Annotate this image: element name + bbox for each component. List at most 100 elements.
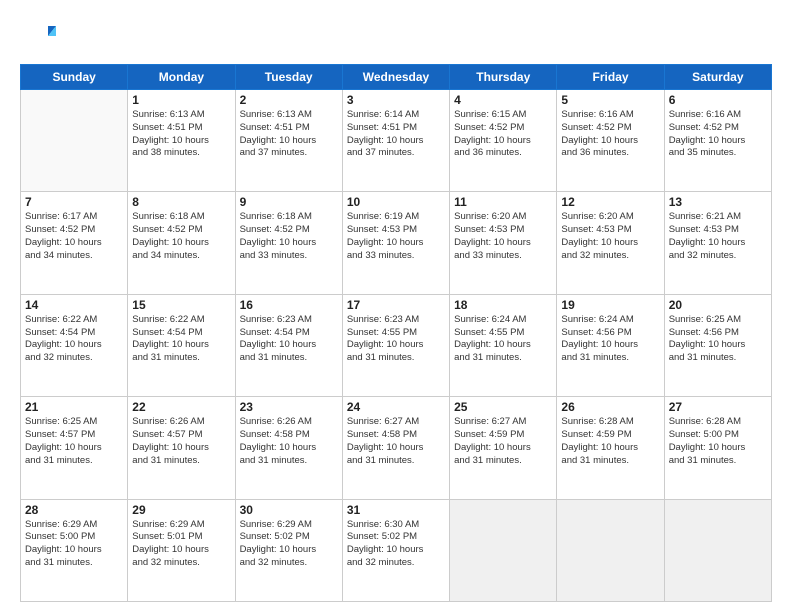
day-number: 31: [347, 503, 445, 517]
day-info: Sunrise: 6:27 AMSunset: 4:58 PMDaylight:…: [347, 416, 445, 467]
day-info: Sunrise: 6:20 AMSunset: 4:53 PMDaylight:…: [454, 211, 552, 262]
day-info: Sunrise: 6:16 AMSunset: 4:52 PMDaylight:…: [669, 109, 767, 160]
day-number: 11: [454, 195, 552, 209]
day-number: 20: [669, 298, 767, 312]
header: [20, 18, 772, 54]
days-header-row: SundayMondayTuesdayWednesdayThursdayFrid…: [21, 65, 772, 90]
day-number: 9: [240, 195, 338, 209]
day-number: 26: [561, 400, 659, 414]
calendar: SundayMondayTuesdayWednesdayThursdayFrid…: [20, 64, 772, 602]
day-cell: 25Sunrise: 6:27 AMSunset: 4:59 PMDayligh…: [450, 397, 557, 499]
day-number: 19: [561, 298, 659, 312]
day-cell: [450, 499, 557, 601]
day-cell: 29 Sunrise: 6:29 AMSunset: 5:01 PMDayligh…: [128, 499, 235, 601]
week-row-2: 7 Sunrise: 6:17 AMSunset: 4:52 PMDaylight…: [21, 192, 772, 294]
day-cell: [557, 499, 664, 601]
day-header-friday: Friday: [557, 65, 664, 90]
day-cell: [21, 90, 128, 192]
day-info: Sunrise: 6:25 AMSunset: 4:56 PMDaylight:…: [669, 314, 767, 365]
day-info: Sunrise: 6:16 AMSunset: 4:52 PMDaylight:…: [561, 109, 659, 160]
day-header-monday: Monday: [128, 65, 235, 90]
day-cell: 1 Sunrise: 6:13 AMSunset: 4:51 PMDaylight…: [128, 90, 235, 192]
day-info: Sunrise: 6:27 AMSunset: 4:59 PMDaylight:…: [454, 416, 552, 467]
day-cell: 15 Sunrise: 6:22 AMSunset: 4:54 PMDayligh…: [128, 294, 235, 396]
day-number: 8: [132, 195, 230, 209]
day-number: 30: [240, 503, 338, 517]
day-info: Sunrise: 6:24 AMSunset: 4:55 PMDaylight:…: [454, 314, 552, 365]
day-info: Sunrise: 6:23 AMSunset: 4:54 PMDaylight:…: [240, 314, 338, 365]
day-header-tuesday: Tuesday: [235, 65, 342, 90]
day-cell: 27 Sunrise: 6:28 AMSunset: 5:00 PMDayligh…: [664, 397, 771, 499]
day-cell: 28 Sunrise: 6:29 AMSunset: 5:00 PMDayligh…: [21, 499, 128, 601]
day-number: 15: [132, 298, 230, 312]
day-cell: 10 Sunrise: 6:19 AMSunset: 4:53 PMDayligh…: [342, 192, 449, 294]
week-row-1: 1 Sunrise: 6:13 AMSunset: 4:51 PMDaylight…: [21, 90, 772, 192]
day-info: Sunrise: 6:13 AMSunset: 4:51 PMDaylight:…: [132, 109, 230, 160]
day-info: Sunrise: 6:22 AMSunset: 4:54 PMDaylight:…: [25, 314, 123, 365]
day-cell: 8 Sunrise: 6:18 AMSunset: 4:52 PMDaylight…: [128, 192, 235, 294]
day-info: Sunrise: 6:28 AMSunset: 5:00 PMDaylight:…: [669, 416, 767, 467]
day-cell: 17Sunrise: 6:23 AMSunset: 4:55 PMDayligh…: [342, 294, 449, 396]
day-cell: 4Sunrise: 6:15 AMSunset: 4:52 PMDaylight…: [450, 90, 557, 192]
day-cell: 7 Sunrise: 6:17 AMSunset: 4:52 PMDaylight…: [21, 192, 128, 294]
day-cell: 9 Sunrise: 6:18 AMSunset: 4:52 PMDaylight…: [235, 192, 342, 294]
day-cell: 3 Sunrise: 6:14 AMSunset: 4:51 PMDaylight…: [342, 90, 449, 192]
day-info: Sunrise: 6:13 AMSunset: 4:51 PMDaylight:…: [240, 109, 338, 160]
day-cell: 12Sunrise: 6:20 AMSunset: 4:53 PMDayligh…: [557, 192, 664, 294]
day-info: Sunrise: 6:29 AMSunset: 5:02 PMDaylight:…: [240, 519, 338, 570]
day-cell: 5 Sunrise: 6:16 AMSunset: 4:52 PMDaylight…: [557, 90, 664, 192]
day-number: 28: [25, 503, 123, 517]
week-row-3: 14 Sunrise: 6:22 AMSunset: 4:54 PMDayligh…: [21, 294, 772, 396]
day-info: Sunrise: 6:18 AMSunset: 4:52 PMDaylight:…: [132, 211, 230, 262]
day-info: Sunrise: 6:20 AMSunset: 4:53 PMDaylight:…: [561, 211, 659, 262]
logo: [20, 18, 60, 54]
day-info: Sunrise: 6:22 AMSunset: 4:54 PMDaylight:…: [132, 314, 230, 365]
day-number: 29: [132, 503, 230, 517]
day-number: 7: [25, 195, 123, 209]
day-info: Sunrise: 6:17 AMSunset: 4:52 PMDaylight:…: [25, 211, 123, 262]
day-number: 16: [240, 298, 338, 312]
day-number: 10: [347, 195, 445, 209]
day-info: Sunrise: 6:25 AMSunset: 4:57 PMDaylight:…: [25, 416, 123, 467]
day-cell: 23Sunrise: 6:26 AMSunset: 4:58 PMDayligh…: [235, 397, 342, 499]
day-number: 1: [132, 93, 230, 107]
day-info: Sunrise: 6:23 AMSunset: 4:55 PMDaylight:…: [347, 314, 445, 365]
day-cell: 22 Sunrise: 6:26 AMSunset: 4:57 PMDayligh…: [128, 397, 235, 499]
day-cell: 30 Sunrise: 6:29 AMSunset: 5:02 PMDayligh…: [235, 499, 342, 601]
day-number: 27: [669, 400, 767, 414]
day-number: 3: [347, 93, 445, 107]
logo-icon: [20, 18, 56, 54]
day-cell: 6 Sunrise: 6:16 AMSunset: 4:52 PMDaylight…: [664, 90, 771, 192]
day-cell: 13Sunrise: 6:21 AMSunset: 4:53 PMDayligh…: [664, 192, 771, 294]
day-cell: 18 Sunrise: 6:24 AMSunset: 4:55 PMDayligh…: [450, 294, 557, 396]
day-info: Sunrise: 6:29 AMSunset: 5:00 PMDaylight:…: [25, 519, 123, 570]
day-number: 18: [454, 298, 552, 312]
day-number: 22: [132, 400, 230, 414]
day-cell: [664, 499, 771, 601]
day-number: 5: [561, 93, 659, 107]
day-cell: 16 Sunrise: 6:23 AMSunset: 4:54 PMDayligh…: [235, 294, 342, 396]
week-row-4: 21 Sunrise: 6:25 AMSunset: 4:57 PMDayligh…: [21, 397, 772, 499]
day-header-saturday: Saturday: [664, 65, 771, 90]
day-info: Sunrise: 6:30 AMSunset: 5:02 PMDaylight:…: [347, 519, 445, 570]
day-cell: 19 Sunrise: 6:24 AMSunset: 4:56 PMDayligh…: [557, 294, 664, 396]
day-number: 14: [25, 298, 123, 312]
day-header-sunday: Sunday: [21, 65, 128, 90]
day-info: Sunrise: 6:26 AMSunset: 4:57 PMDaylight:…: [132, 416, 230, 467]
day-info: Sunrise: 6:14 AMSunset: 4:51 PMDaylight:…: [347, 109, 445, 160]
day-cell: 26Sunrise: 6:28 AMSunset: 4:59 PMDayligh…: [557, 397, 664, 499]
day-cell: 14 Sunrise: 6:22 AMSunset: 4:54 PMDayligh…: [21, 294, 128, 396]
day-info: Sunrise: 6:15 AMSunset: 4:52 PMDaylight:…: [454, 109, 552, 160]
day-cell: 2Sunrise: 6:13 AMSunset: 4:51 PMDaylight…: [235, 90, 342, 192]
day-number: 6: [669, 93, 767, 107]
calendar-body: 1 Sunrise: 6:13 AMSunset: 4:51 PMDaylight…: [21, 90, 772, 602]
day-cell: 11 Sunrise: 6:20 AMSunset: 4:53 PMDayligh…: [450, 192, 557, 294]
calendar-header: SundayMondayTuesdayWednesdayThursdayFrid…: [21, 65, 772, 90]
page: SundayMondayTuesdayWednesdayThursdayFrid…: [0, 0, 792, 612]
day-number: 21: [25, 400, 123, 414]
day-info: Sunrise: 6:21 AMSunset: 4:53 PMDaylight:…: [669, 211, 767, 262]
day-info: Sunrise: 6:24 AMSunset: 4:56 PMDaylight:…: [561, 314, 659, 365]
day-info: Sunrise: 6:19 AMSunset: 4:53 PMDaylight:…: [347, 211, 445, 262]
day-info: Sunrise: 6:29 AMSunset: 5:01 PMDaylight:…: [132, 519, 230, 570]
day-info: Sunrise: 6:18 AMSunset: 4:52 PMDaylight:…: [240, 211, 338, 262]
